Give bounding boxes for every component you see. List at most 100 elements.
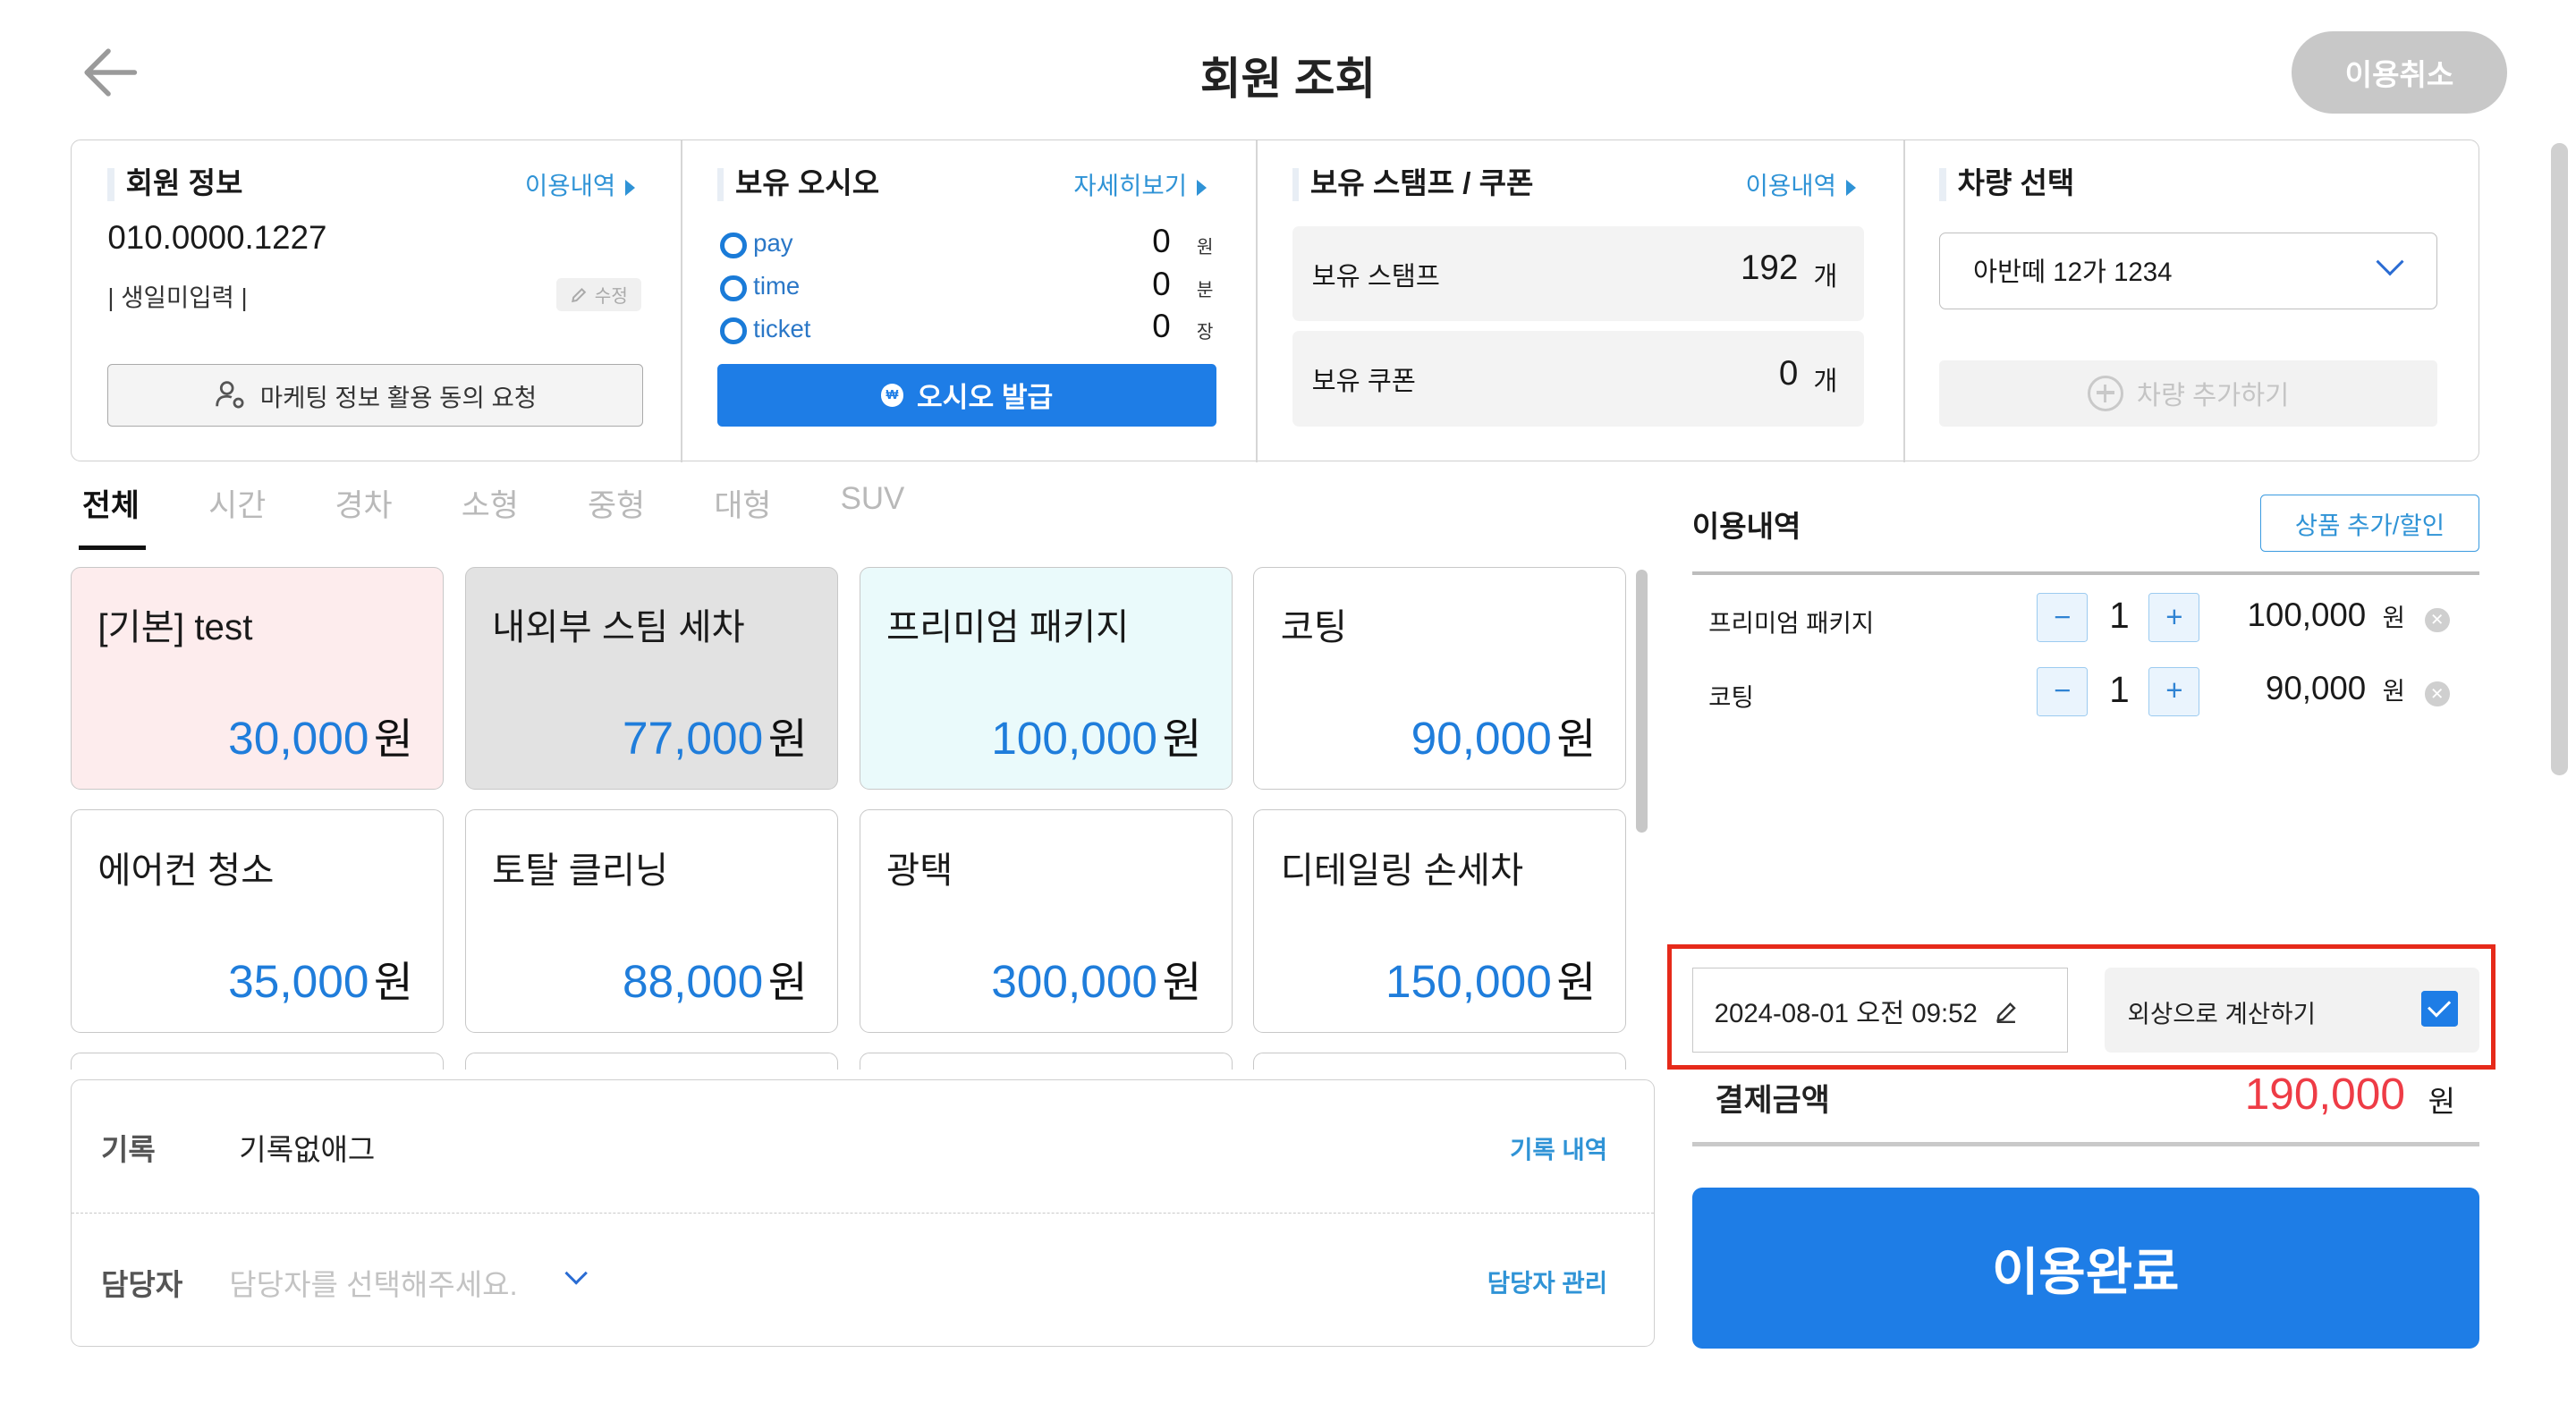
item-price-unit: 원 xyxy=(2382,603,2405,631)
price-value: 90,000 xyxy=(1411,711,1552,764)
item-name: 프리미엄 패키지 xyxy=(1708,609,1875,638)
tab-large[interactable]: 대형 xyxy=(711,481,775,546)
birthday-text: 생일미입력 xyxy=(121,283,234,311)
usage-item: 코팅 − 1 + 90,000 원 ✕ xyxy=(1708,666,2464,720)
product-grid: [기본] test 30,000 원 내외부 스팀 세차 77,000 원 프리미엄 패… xyxy=(70,566,1640,1070)
oasis-detail-link[interactable]: 자세히보기 xyxy=(1073,168,1207,204)
tab-compact[interactable]: 경차 xyxy=(332,481,396,546)
product-card-partial[interactable] xyxy=(464,1053,838,1070)
marketing-consent-button[interactable]: 마케팅 정보 활용 동의 요청 xyxy=(107,363,644,427)
add-product-discount-button[interactable]: 상품 추가/할인 xyxy=(2260,494,2479,553)
divider xyxy=(71,1213,1654,1214)
item-price: 100,000 원 xyxy=(2247,596,2404,634)
product-card[interactable]: [기본] test 30,000 원 xyxy=(70,566,444,791)
plus-circle-icon xyxy=(2087,375,2124,412)
product-price: 77,000 원 xyxy=(623,705,808,766)
price-value: 30,000 xyxy=(228,711,369,764)
oasis-time-label: time xyxy=(753,272,801,300)
decrease-button[interactable]: − xyxy=(2037,666,2089,716)
record-label: 기록 xyxy=(101,1134,156,1168)
product-price: 150,000 원 xyxy=(1385,948,1596,1010)
product-card-partial[interactable] xyxy=(1253,1053,1627,1070)
product-name: [기본] test xyxy=(97,605,253,647)
vehicle-select[interactable]: 아반떼 12가 1234 xyxy=(1939,232,2437,310)
product-price: 300,000 원 xyxy=(991,948,1201,1010)
product-price: 100,000 원 xyxy=(991,705,1201,766)
item-name: 코팅 xyxy=(1708,682,1754,711)
product-name: 프리미엄 패키지 xyxy=(886,605,1130,647)
coupon-value: 0 xyxy=(1778,353,1799,393)
item-price: 90,000 원 xyxy=(2266,670,2405,707)
remove-item-icon[interactable]: ✕ xyxy=(2424,607,2450,633)
vehicle-selected: 아반떼 12가 1234 xyxy=(1973,258,2173,288)
record-input[interactable]: 기록없애그 xyxy=(239,1126,375,1169)
credit-payment-toggle[interactable]: 외상으로 계산하기 xyxy=(2104,967,2479,1053)
product-card-partial[interactable] xyxy=(70,1053,444,1070)
product-card[interactable]: 코팅 90,000 원 xyxy=(1253,566,1627,791)
price-unit: 원 xyxy=(767,959,808,1007)
datetime-field[interactable]: 2024-08-01 오전 09:52 xyxy=(1691,967,2069,1053)
edit-member-button[interactable]: 수정 xyxy=(555,278,642,312)
won-coin-icon: ₩ xyxy=(880,383,904,407)
stamp-history-link[interactable]: 이용내역 xyxy=(1746,168,1856,204)
checkbox-checked-icon[interactable] xyxy=(2421,990,2458,1027)
product-price: 88,000 원 xyxy=(623,948,808,1010)
increase-button[interactable]: + xyxy=(2148,593,2200,643)
tab-all[interactable]: 전체 xyxy=(79,481,147,551)
product-card[interactable]: 에어컨 청소 35,000 원 xyxy=(70,809,444,1034)
page-title: 회원 조회 xyxy=(1199,53,1377,104)
tab-midsize[interactable]: 중형 xyxy=(584,481,648,546)
circle-icon xyxy=(720,317,747,344)
product-name: 디테일링 손세차 xyxy=(1280,849,1524,891)
increase-button[interactable]: + xyxy=(2148,666,2200,716)
scroll-thumb[interactable] xyxy=(1636,570,1648,833)
product-scrollbar[interactable] xyxy=(1635,567,1650,1060)
divider xyxy=(1691,1141,2479,1146)
price-value: 100,000 xyxy=(991,711,1158,764)
staff-manage-link[interactable]: 담당자 관리 xyxy=(1487,1263,1607,1298)
tab-time[interactable]: 시간 xyxy=(205,481,269,546)
item-qty: 1 xyxy=(2109,668,2130,710)
price-value: 88,000 xyxy=(622,954,764,1007)
add-vehicle-label: 차량 추가하기 xyxy=(2136,380,2290,410)
complete-usage-button[interactable]: 이용완료 xyxy=(1691,1187,2479,1349)
product-price: 90,000 원 xyxy=(1411,705,1597,766)
stamp-coupon-title: 보유 스탬프 / 쿠폰 xyxy=(1292,166,1533,202)
product-card[interactable]: 디테일링 손세차 150,000 원 xyxy=(1253,809,1627,1034)
tab-suv[interactable]: SUV xyxy=(837,481,908,546)
product-card-partial[interactable] xyxy=(859,1053,1233,1070)
price-value: 300,000 xyxy=(991,954,1158,1007)
chevron-down-icon[interactable] xyxy=(564,1262,588,1286)
product-card[interactable]: 내외부 스팀 세차 77,000 원 xyxy=(464,566,838,791)
oasis-ticket-unit: 장 xyxy=(1196,323,1214,343)
price-value: 77,000 xyxy=(622,711,764,764)
product-card[interactable]: 토탈 클리닝 88,000 원 xyxy=(464,809,838,1034)
product-name: 토탈 클리닝 xyxy=(492,849,669,891)
staff-select[interactable]: 담당자를 선택해주세요. xyxy=(229,1261,517,1304)
pencil-icon xyxy=(572,287,587,302)
decrease-button[interactable]: − xyxy=(2037,593,2089,643)
issue-oasis-button[interactable]: ₩ 오시오 발급 xyxy=(716,363,1217,427)
member-info-title: 회원 정보 xyxy=(107,166,242,202)
product-card[interactable]: 프리미엄 패키지 100,000 원 xyxy=(859,566,1233,791)
cancel-usage-button[interactable]: 이용취소 xyxy=(2292,30,2507,114)
member-history-link[interactable]: 이용내역 xyxy=(525,168,635,204)
price-unit: 원 xyxy=(767,715,808,764)
issue-oasis-label: 오시오 발급 xyxy=(917,382,1054,414)
summary-cards: 회원 정보 이용내역 010.0000.1227 | 생일미입력 | 수정 마케… xyxy=(70,140,2479,463)
edit-label: 수정 xyxy=(594,287,628,308)
member-birthday: | 생일미입력 | xyxy=(107,283,248,311)
product-name: 에어컨 청소 xyxy=(97,849,275,891)
remove-item-icon[interactable]: ✕ xyxy=(2424,681,2450,706)
product-name: 코팅 xyxy=(1280,605,1348,647)
price-unit: 원 xyxy=(1556,715,1597,764)
oasis-title: 보유 오시오 xyxy=(716,166,879,202)
record-history-link[interactable]: 기록 내역 xyxy=(1510,1129,1607,1165)
item-price-value: 90,000 xyxy=(2265,670,2367,707)
usage-title: 이용내역 xyxy=(1691,511,1801,545)
product-card[interactable]: 광택 300,000 원 xyxy=(859,809,1233,1034)
tab-small[interactable]: 소형 xyxy=(458,481,522,546)
add-vehicle-button[interactable]: 차량 추가하기 xyxy=(1939,360,2437,427)
stamp-value: 192 xyxy=(1740,249,1799,288)
page-scrollbar[interactable] xyxy=(2551,142,2568,775)
